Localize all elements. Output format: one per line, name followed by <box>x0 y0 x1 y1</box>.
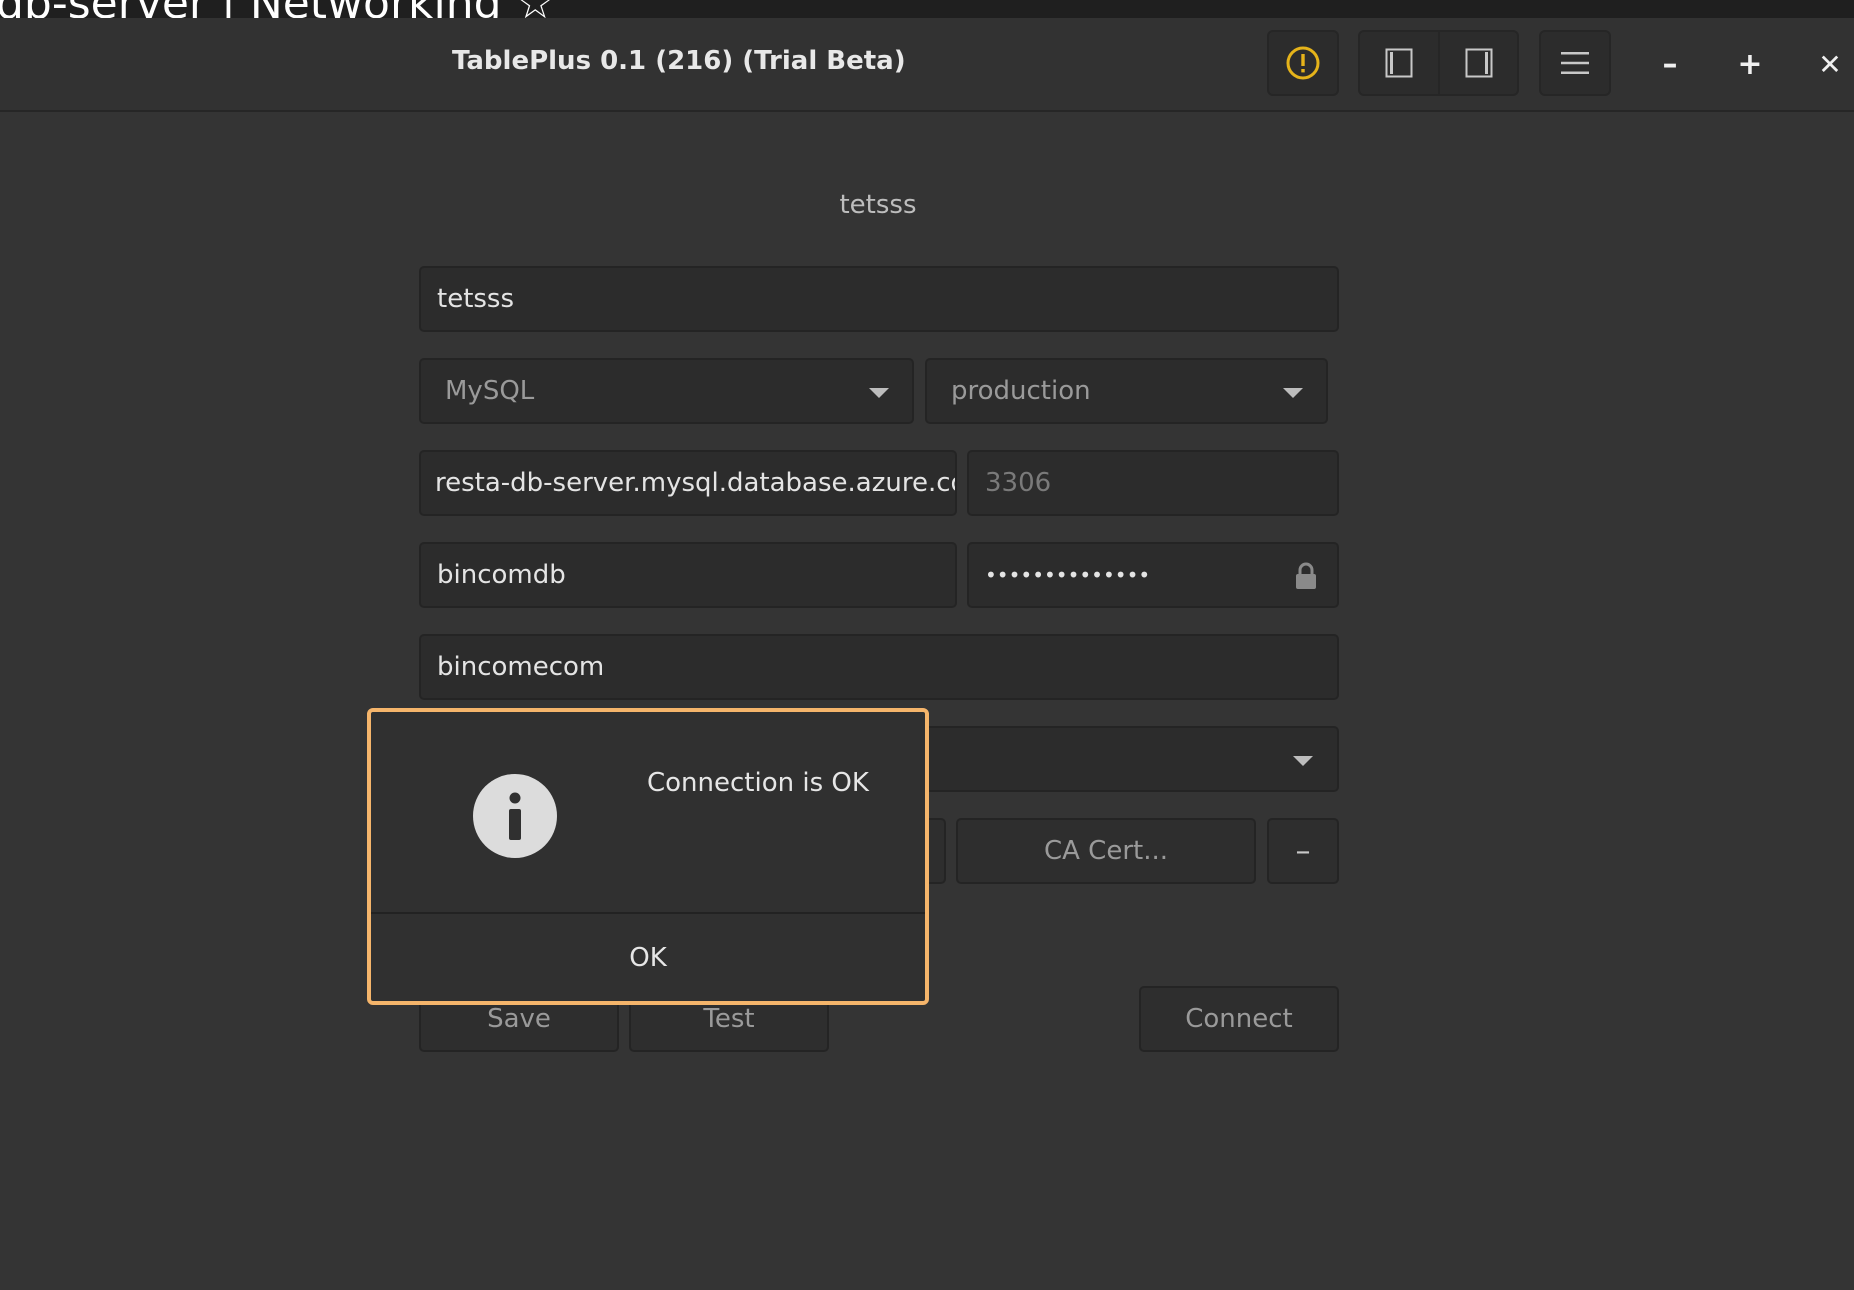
info-icon <box>473 774 557 858</box>
connection-name-header: tetsss <box>839 190 917 220</box>
chevron-down-icon <box>1283 388 1303 398</box>
remove-cert-button[interactable]: – <box>1267 818 1339 884</box>
connection-name-field[interactable]: tetsss <box>419 266 1339 332</box>
environment-select-value: production <box>951 376 1091 406</box>
database-field[interactable]: bincomecom <box>419 634 1339 700</box>
connection-ok-dialog: Connection is OK OK <box>367 708 929 1005</box>
close-button[interactable]: ✕ <box>1808 42 1852 86</box>
driver-select-value: MySQL <box>445 376 535 406</box>
ca-cert-button[interactable]: CA Cert... <box>956 818 1256 884</box>
lock-icon <box>1296 562 1316 589</box>
chevron-down-icon <box>1293 756 1313 766</box>
dialog-ok-button[interactable]: OK <box>371 914 925 1001</box>
title-bar: TablePlus 0.1 (216) (Trial Beta) – + ✕ <box>0 18 1854 112</box>
sidebar-right-icon <box>1465 48 1493 78</box>
minimize-button[interactable]: – <box>1648 42 1692 86</box>
warning-icon <box>1286 46 1320 80</box>
dialog-message: Connection is OK <box>647 768 869 798</box>
environment-select[interactable]: production <box>925 358 1328 424</box>
warning-button[interactable] <box>1267 30 1339 96</box>
connect-button[interactable]: Connect <box>1139 986 1339 1052</box>
port-field[interactable]: 3306 <box>967 450 1339 516</box>
toggle-right-panel-button[interactable] <box>1440 32 1518 94</box>
menu-button[interactable] <box>1539 30 1611 96</box>
toggle-left-panel-button[interactable] <box>1360 32 1438 94</box>
password-field[interactable]: •••••••••••••• <box>967 542 1339 608</box>
panel-toggle-group <box>1358 30 1519 96</box>
user-field[interactable]: bincomdb <box>419 542 957 608</box>
chevron-down-icon <box>869 388 889 398</box>
sidebar-left-icon <box>1385 48 1413 78</box>
password-value: •••••••••••••• <box>985 563 1151 587</box>
maximize-button[interactable]: + <box>1728 42 1772 86</box>
hamburger-menu-icon <box>1561 52 1589 74</box>
host-field[interactable]: resta-db-server.mysql.database.azure.com <box>419 450 957 516</box>
background-window-title-strip: db-server | Networking ☆ <box>0 0 1854 18</box>
background-window-title: db-server | Networking ☆ <box>0 0 555 18</box>
driver-select[interactable]: MySQL <box>419 358 914 424</box>
window-title: TablePlus 0.1 (216) (Trial Beta) <box>452 46 906 76</box>
